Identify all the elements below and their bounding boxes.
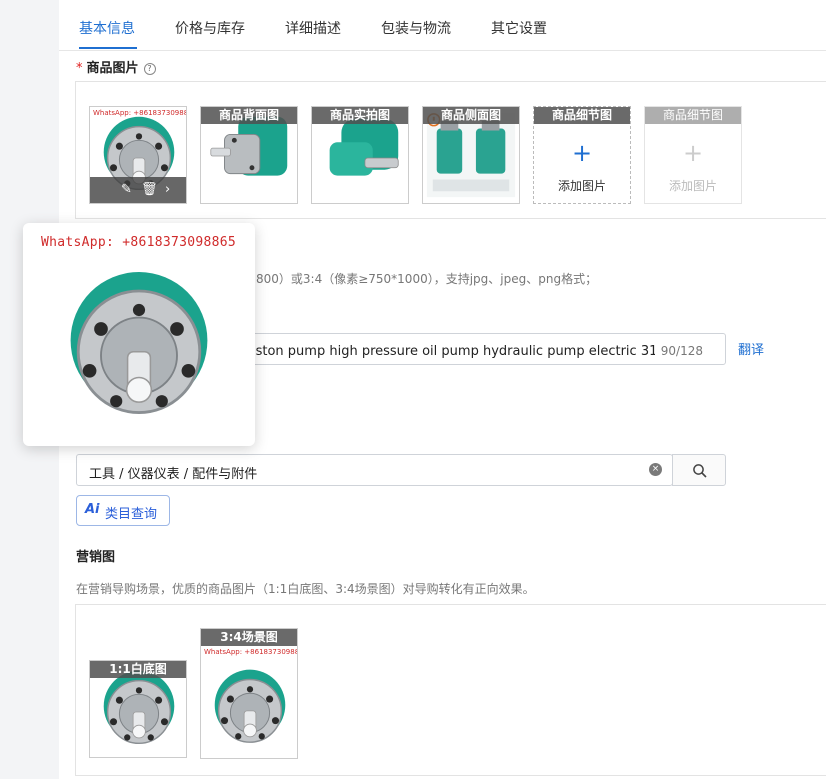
tile-label: 3:4场景图 [201, 629, 297, 646]
add-image-label: 添加图片 [668, 179, 717, 193]
edit-icon[interactable]: ✎ [121, 182, 132, 197]
plus-icon: + [571, 139, 593, 167]
ai-icon: Ai [85, 502, 100, 517]
marketing-tile-scene[interactable]: 3:4场景图 WhatsApp: +8618373098865 [200, 628, 298, 759]
main-image-tile[interactable]: WhatsApp: +8618373098865 ✎ 🗑 › [89, 106, 187, 204]
tile-label: 商品侧面图 [423, 107, 519, 124]
ai-category-search-button[interactable]: Ai 类目查询 [76, 495, 170, 526]
marketing-tile-white-bg[interactable]: 1:1白底图 [89, 660, 187, 758]
tab-description[interactable]: 详细描述 [285, 18, 341, 38]
tab-packaging-logistics[interactable]: 包装与物流 [381, 18, 451, 38]
tile-label: 商品背面图 [201, 107, 297, 124]
add-detail-image-disabled: 商品细节图 + 添加图片 [644, 106, 742, 204]
marketing-images-title: 营销图 [76, 550, 116, 565]
help-icon[interactable]: ? [143, 63, 156, 75]
tab-basic-info[interactable]: 基本信息 [79, 18, 135, 38]
image-tile-back[interactable]: 商品背面图 [200, 106, 298, 204]
tab-other-settings[interactable]: 其它设置 [491, 18, 547, 38]
delete-icon[interactable]: 🗑 [141, 182, 158, 197]
image-hover-actions: ✎ 🗑 › [90, 177, 186, 203]
tile-label: 商品细节图 [645, 107, 741, 124]
image-preview-popover: WhatsApp: +8618373098865 [23, 223, 255, 446]
pump-front-image [213, 668, 287, 743]
tab-price-stock[interactable]: 价格与库存 [175, 18, 245, 38]
chevron-right-icon[interactable]: › [165, 182, 170, 197]
tile-label: 商品实拍图 [312, 107, 408, 124]
product-title-input[interactable]: iston pump high pressure oil pump hydrau… [239, 333, 726, 365]
add-detail-image-button[interactable]: 商品细节图 + 添加图片 [533, 106, 631, 204]
marketing-hint: 在营销导购场景，优质的商品图片（1:1白底图、3:4场景图）对导购转化有正向效果… [76, 582, 535, 596]
add-image-label: 添加图片 [557, 179, 606, 193]
char-count: 90/128 [654, 344, 703, 358]
watermark-text: WhatsApp: +8618373098865 [41, 235, 237, 250]
pump-preview-image [69, 270, 209, 415]
translate-link[interactable]: 翻译 [738, 339, 764, 358]
watermark-text: WhatsApp: +8618373098865 [93, 109, 187, 117]
ai-button-label: 类目查询 [105, 507, 158, 522]
product-title-value: iston pump high pressure oil pump hydrau… [252, 344, 681, 359]
search-icon [693, 464, 707, 478]
active-tab-indicator [79, 47, 137, 49]
required-mark: * [76, 61, 83, 76]
tile-label: 商品细节图 [534, 107, 630, 124]
marketing-images-frame [75, 604, 826, 776]
image-tile-real[interactable]: 商品实拍图 [311, 106, 409, 204]
plus-icon: + [682, 139, 704, 167]
product-images-heading: * 商品图片? [76, 57, 156, 76]
tab-bar: 基本信息 价格与库存 详细描述 包装与物流 其它设置 [59, 0, 826, 51]
image-requirement-hint: 800）或3:4（像素≥750*1000），支持jpg、jpeg、png格式； [256, 272, 598, 286]
clear-icon[interactable]: × [649, 463, 662, 476]
category-value: 工具 / 仪器仪表 / 配件与附件 [89, 467, 258, 482]
watermark-text: WhatsApp: +8618373098865 [204, 648, 298, 656]
tile-label: 1:1白底图 [90, 661, 186, 678]
category-search-button[interactable] [672, 454, 726, 486]
category-input[interactable]: 工具 / 仪器仪表 / 配件与附件 × [76, 454, 673, 486]
product-images-title: 商品图片 [86, 61, 139, 76]
image-tile-side[interactable]: 商品侧面图 [422, 106, 520, 204]
